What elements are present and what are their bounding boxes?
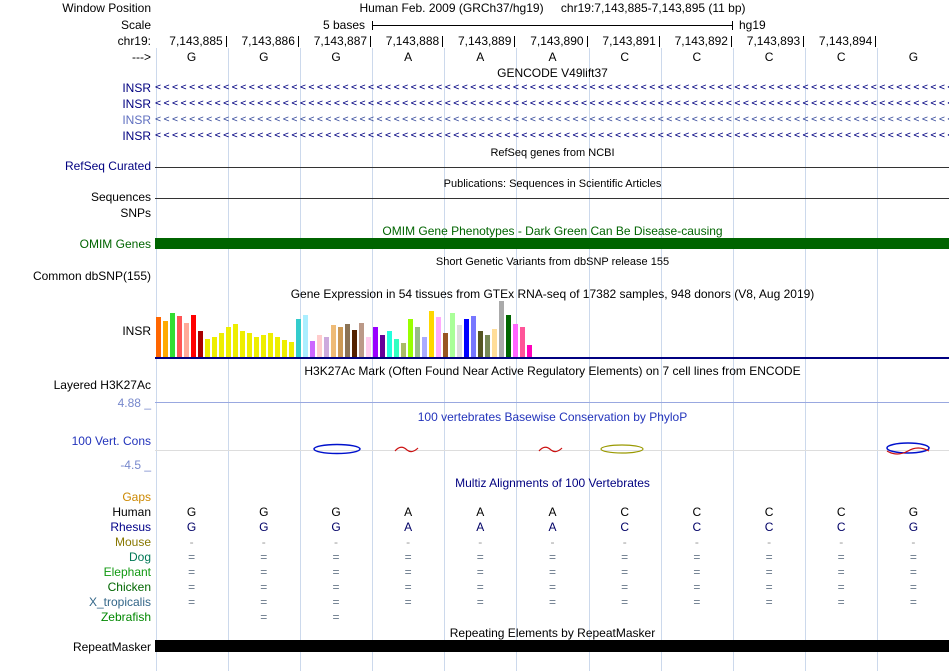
species-label-mouse[interactable]: Mouse [0,535,151,549]
base-cell: = [621,565,629,579]
base-cell: - [694,535,699,549]
base-cell: = [188,550,196,564]
base-cell: = [621,550,629,564]
base-cell: - [189,535,194,549]
base-cell: = [693,565,701,579]
base-cell: G [331,520,341,534]
base-cell: - [767,535,772,549]
base-cell: A [548,520,557,534]
base-cell: = [404,550,412,564]
base-cell: = [548,595,556,609]
base-cell: = [765,550,773,564]
base-cell: - [550,535,555,549]
species-label-dog[interactable]: Dog [0,550,151,564]
base-cell: - [478,535,483,549]
base-cell: = [693,550,701,564]
repeatmasker-bar[interactable] [155,640,949,652]
base-cell: = [476,595,484,609]
base-cell: = [909,580,917,594]
species-label-zebrafish[interactable]: Zebrafish [0,610,151,624]
base-cell: = [693,595,701,609]
base-cell: G [186,505,197,519]
base-cell: = [476,580,484,594]
base-cell: = [332,580,340,594]
repeatmasker-title: Repeating Elements by RepeatMasker [449,626,656,640]
base-cell: A [404,505,413,519]
repeatmasker-label[interactable]: RepeatMasker [0,640,151,654]
genome-browser: Window Position Human Feb. 2009 (GRCh37/… [0,0,950,671]
base-cell: - [333,535,338,549]
species-label-elephant[interactable]: Elephant [0,565,151,579]
base-cell: A [476,520,485,534]
base-cell: = [260,580,268,594]
base-cell: = [404,580,412,594]
base-cell: - [839,535,844,549]
base-cell: = [332,565,340,579]
base-cell: = [548,550,556,564]
base-cell: = [621,595,629,609]
base-cell: = [909,565,917,579]
base-cell: = [188,580,196,594]
base-cell: = [548,565,556,579]
species-label-gaps[interactable]: Gaps [0,490,151,504]
base-cell: = [476,550,484,564]
species-label-chicken[interactable]: Chicken [0,580,151,594]
base-cell: - [911,535,916,549]
base-cell: = [404,595,412,609]
base-cell: = [765,580,773,594]
base-cell: G [259,520,269,534]
base-cell: G [259,505,269,519]
base-cell: = [260,595,268,609]
base-cell: = [693,580,701,594]
base-cell: = [909,550,917,564]
base-cell: = [332,595,340,609]
base-cell: - [622,535,627,549]
base-cell: = [260,565,268,579]
base-cell: A [404,520,413,534]
base-cell: G [908,505,919,519]
base-cell: - [406,535,411,549]
base-cell: = [260,550,268,564]
base-cell: C [692,505,702,519]
base-cell: C [764,520,774,534]
base-cell: C [620,505,630,519]
base-cell: G [186,520,197,534]
species-label-x-tropicalis[interactable]: X_tropicalis [0,595,151,609]
base-cell: = [188,595,196,609]
species-label-rhesus[interactable]: Rhesus [0,520,151,534]
base-cell: = [909,595,917,609]
base-cell: - [261,535,266,549]
base-cell: C [836,520,846,534]
base-cell: C [692,520,702,534]
multiz-track: Gaps Human G G G A A A C C C C G Rhesus G G G A A A C C C C G Mou… [0,0,950,671]
base-cell: = [837,565,845,579]
base-cell: = [404,565,412,579]
base-cell: = [332,610,340,624]
species-label-human[interactable]: Human [0,505,151,519]
base-cell: A [476,505,485,519]
base-cell: G [908,520,919,534]
base-cell: = [765,595,773,609]
base-cell: = [765,565,773,579]
base-cell: = [837,595,845,609]
base-cell: = [260,610,268,624]
base-cell: = [548,580,556,594]
base-cell: C [764,505,774,519]
base-cell: C [836,505,846,519]
base-cell: = [621,580,629,594]
base-cell: A [548,505,557,519]
base-cell: = [837,580,845,594]
base-cell: G [331,505,341,519]
base-cell: = [332,550,340,564]
base-cell: C [620,520,630,534]
base-cell: = [476,565,484,579]
base-cell: = [188,565,196,579]
base-cell: = [837,550,845,564]
